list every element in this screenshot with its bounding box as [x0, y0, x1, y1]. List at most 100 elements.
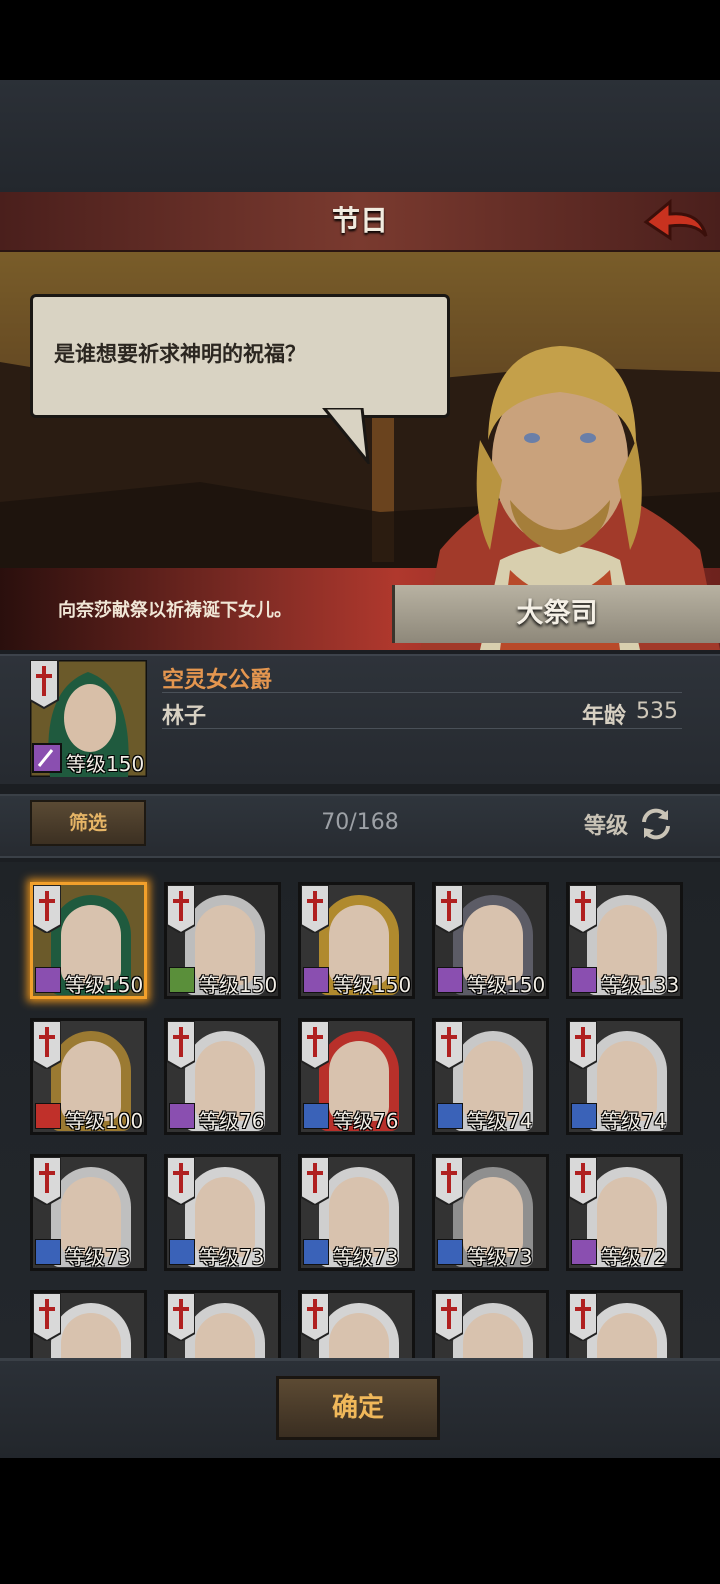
level-text: 等级133	[601, 969, 679, 997]
level-value: 73	[373, 1245, 399, 1269]
character-grid: 等级150 等级150 等级150 等级150 等级133 等级100 等级76 等级76 等级…	[0, 862, 720, 1358]
level-label: 等级	[65, 1109, 105, 1133]
crusader-banner-icon	[435, 885, 463, 933]
class-icon	[571, 967, 597, 993]
character-card[interactable]	[298, 1290, 415, 1358]
class-icon	[35, 1239, 61, 1265]
crusader-banner-icon	[301, 885, 329, 933]
level-label: 等级	[199, 973, 239, 997]
class-icon	[169, 967, 195, 993]
level-text: 等级73	[199, 1241, 265, 1269]
speech-text: 是谁想要祈求神明的祝福？	[54, 342, 306, 366]
level-text: 等级76	[333, 1105, 399, 1133]
selected-name: 林子	[162, 704, 207, 729]
class-icon	[437, 967, 463, 993]
character-card[interactable]: 等级133	[566, 882, 683, 999]
crusader-banner-icon	[33, 1157, 61, 1205]
crusader-banner-icon	[33, 1021, 61, 1069]
character-card[interactable]: 等级150	[432, 882, 549, 999]
character-card[interactable]: 等级73	[30, 1154, 147, 1271]
character-card[interactable]	[30, 1290, 147, 1358]
level-text: 等级72	[601, 1241, 667, 1269]
character-card[interactable]	[566, 1290, 683, 1358]
level-text: 等级73	[333, 1241, 399, 1269]
level-label: 等级	[199, 1245, 239, 1269]
class-icon	[571, 1239, 597, 1265]
crusader-banner-icon	[33, 1293, 61, 1341]
level-value: 100	[105, 1109, 144, 1133]
character-card[interactable]: 等级72	[566, 1154, 683, 1271]
crusader-banner-icon	[569, 1157, 597, 1205]
crusader-banner-icon	[167, 885, 195, 933]
confirm-button[interactable]: 确定	[276, 1376, 440, 1440]
page-title: 节日	[331, 204, 388, 237]
crusader-banner-icon	[569, 1293, 597, 1341]
level-text: 等级100	[65, 1105, 144, 1133]
crusader-banner-icon	[301, 1157, 329, 1205]
class-icon	[571, 1103, 597, 1129]
back-button[interactable]	[640, 196, 710, 244]
level-label: 等级	[601, 973, 641, 997]
level-text: 等级76	[199, 1105, 265, 1133]
top-band	[0, 80, 720, 192]
level-value: 76	[239, 1109, 265, 1133]
character-card[interactable]: 等级76	[298, 1018, 415, 1135]
character-card[interactable]: 等级150	[298, 882, 415, 999]
navigation-bar-area	[0, 1458, 720, 1584]
crusader-banner-icon	[569, 885, 597, 933]
character-card[interactable]: 等级150	[30, 882, 147, 999]
level-value: 76	[373, 1109, 399, 1133]
level-label: 等级	[333, 1109, 373, 1133]
level-value: 74	[507, 1109, 533, 1133]
level-value: 73	[105, 1245, 131, 1269]
character-card[interactable]: 等级73	[298, 1154, 415, 1271]
crusader-banner-icon	[301, 1293, 329, 1341]
level-label: 等级	[467, 1109, 507, 1133]
level-text: 等级73	[65, 1241, 131, 1269]
sort-label[interactable]: 等级	[584, 808, 628, 840]
level-value: 72	[641, 1245, 667, 1269]
event-description: 向奈莎献祭以祈祷诞下女儿。	[58, 600, 292, 621]
crusader-banner-icon	[167, 1157, 195, 1205]
character-card[interactable]: 等级100	[30, 1018, 147, 1135]
crusader-banner-icon	[435, 1157, 463, 1205]
level-text: 等级150	[333, 969, 412, 997]
class-icon	[303, 967, 329, 993]
character-card[interactable]: 等级74	[432, 1018, 549, 1135]
back-arrow-icon	[643, 198, 708, 241]
level-text: 等级73	[467, 1241, 532, 1269]
level-value: 150	[507, 973, 546, 997]
character-card[interactable]	[164, 1290, 281, 1358]
character-card[interactable]: 等级150	[164, 882, 281, 999]
level-text: 等级150	[65, 969, 144, 997]
level-value: 150	[239, 973, 278, 997]
character-card[interactable]: 等级76	[164, 1018, 281, 1135]
class-icon	[437, 1103, 463, 1129]
crusader-banner-icon	[435, 1021, 463, 1069]
level-label: 等级	[333, 973, 373, 997]
level-text: 等级150	[199, 969, 278, 997]
filter-button[interactable]: 筛选	[30, 800, 146, 846]
character-card[interactable]: 等级73	[432, 1154, 549, 1271]
level-value: 150	[373, 973, 412, 997]
crusader-banner-icon	[569, 1021, 597, 1069]
level-value: 150	[105, 973, 144, 997]
age-value: 535	[636, 699, 678, 724]
class-icon	[303, 1239, 329, 1265]
character-card[interactable]: 等级74	[566, 1018, 683, 1135]
character-card[interactable]	[432, 1290, 549, 1358]
selected-level: 等级150	[66, 748, 144, 777]
level-label: 等级	[467, 1245, 507, 1269]
level-label: 等级	[199, 1109, 239, 1133]
character-card[interactable]: 等级73	[164, 1154, 281, 1271]
class-icon	[35, 967, 61, 993]
speech-bubble-tail	[322, 408, 370, 464]
selected-level-label: 等级	[66, 752, 106, 776]
crusader-banner-icon	[167, 1293, 195, 1341]
class-icon	[437, 1239, 463, 1265]
age-label: 年龄	[582, 704, 627, 729]
crusader-banner-icon	[33, 885, 61, 933]
level-text: 等级74	[601, 1105, 666, 1132]
level-value: 73	[239, 1245, 265, 1269]
refresh-icon[interactable]	[638, 806, 674, 842]
